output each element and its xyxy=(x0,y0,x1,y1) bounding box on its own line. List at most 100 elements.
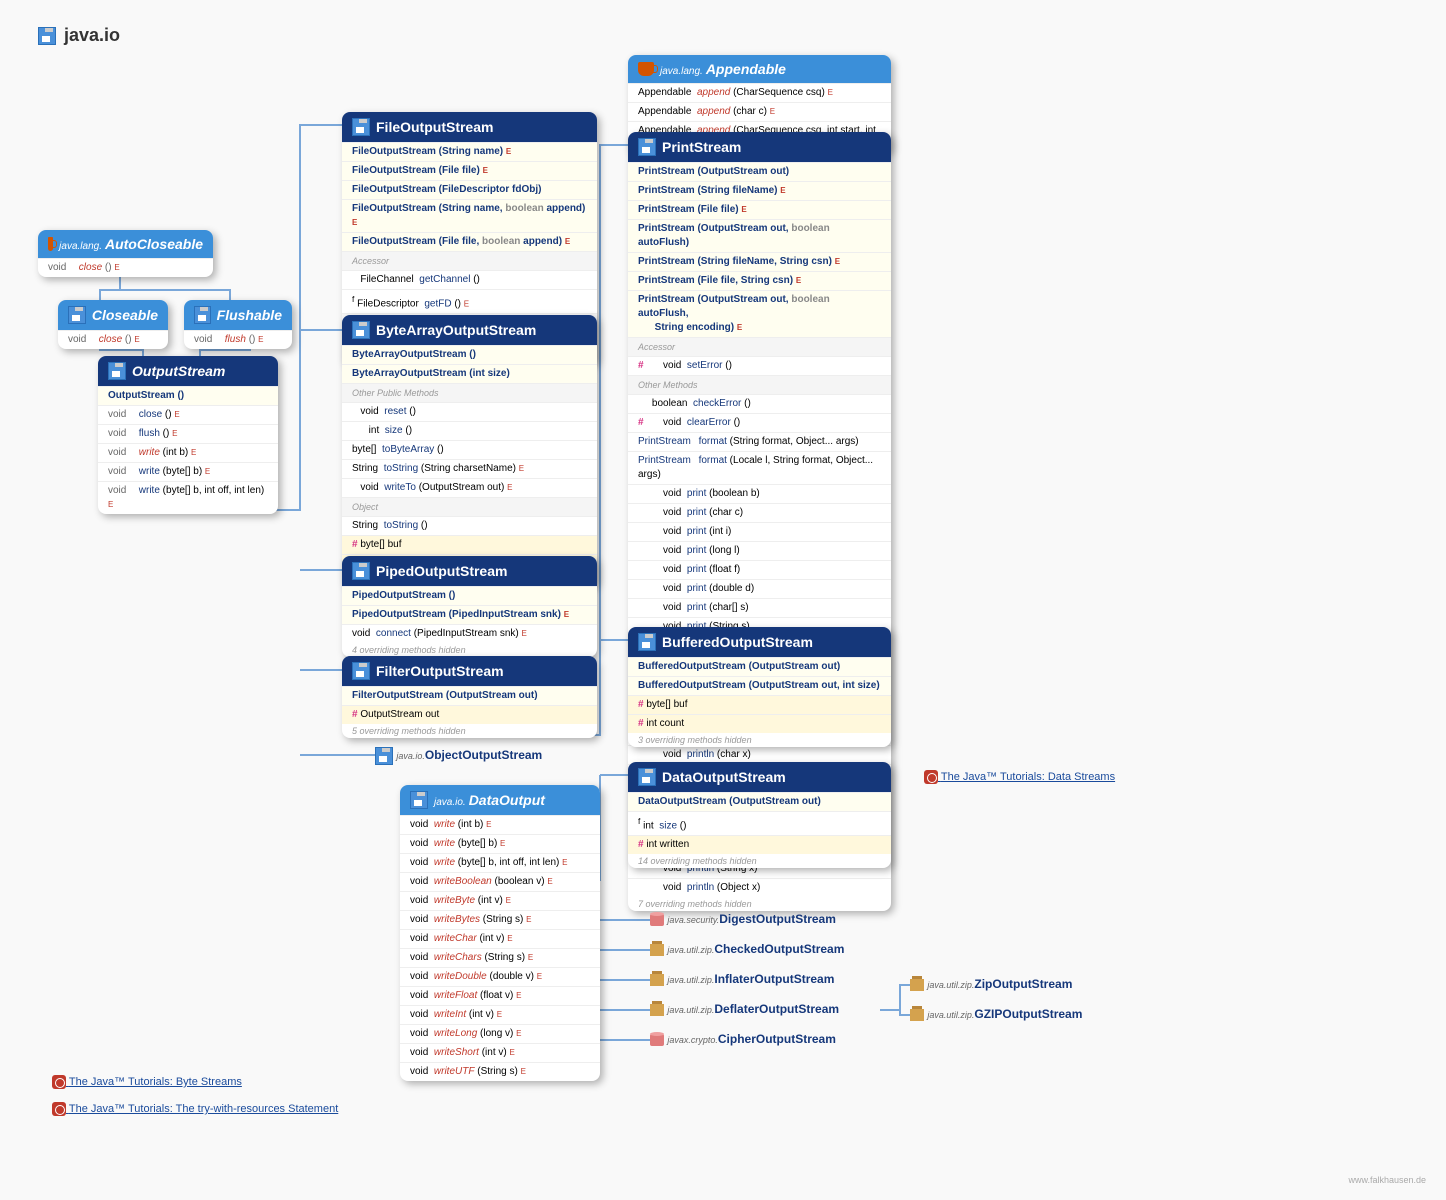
method-row: boolean checkError () xyxy=(628,394,891,413)
class-filteroutputstream: FilterOutputStream FilterOutputStream (O… xyxy=(342,656,597,738)
section-header: Other Methods xyxy=(628,375,891,394)
method-row: PrintStream format (Locale l, String for… xyxy=(628,451,891,484)
footer-note: 5 overriding methods hidden xyxy=(342,724,597,738)
footer-note: 7 overriding methods hidden xyxy=(628,897,891,911)
constructor-row: FileOutputStream (String name, boolean a… xyxy=(342,199,597,232)
method-row: Appendable append (char c) E xyxy=(628,102,891,121)
constructor-row: PrintStream (OutputStream out) xyxy=(628,162,891,181)
class-header: FileOutputStream xyxy=(342,112,597,142)
method-row: void print (double d) xyxy=(628,579,891,598)
method-row: void println (Object x) xyxy=(628,878,891,897)
method-row: void write (int b) E xyxy=(98,443,278,462)
ref-gzipoutputstream[interactable]: java.util.zip.GZIPOutputStream xyxy=(910,1007,1082,1021)
method-row: void reset () xyxy=(342,402,597,421)
method-row: void writeUTF (String s) E xyxy=(400,1062,600,1081)
constructor-row: PrintStream (String fileName, String csn… xyxy=(628,252,891,271)
class-pipedoutputstream: PipedOutputStream PipedOutputStream () P… xyxy=(342,556,597,657)
field-row: # int count xyxy=(628,714,891,733)
method-row: void write (byte[] b) E xyxy=(400,834,600,853)
method-row: void close () E xyxy=(98,405,278,424)
ref-inflateroutputstream[interactable]: java.util.zip.InflaterOutputStream xyxy=(650,972,834,986)
ref-checkedoutputstream[interactable]: java.util.zip.CheckedOutputStream xyxy=(650,942,844,956)
ref-deflateroutputstream[interactable]: java.util.zip.DeflaterOutputStream xyxy=(650,1002,839,1016)
method-row: int size () xyxy=(342,421,597,440)
package-title: java.io xyxy=(38,25,120,46)
method-row: void writeShort (int v) E xyxy=(400,1043,600,1062)
footer-note: 14 overriding methods hidden xyxy=(628,854,891,868)
ref-objectoutputstream[interactable]: java.io.ObjectOutputStream xyxy=(375,747,542,765)
constructor-row: FileOutputStream (FileDescriptor fdObj) xyxy=(342,180,597,199)
method-row: void print (char[] s) xyxy=(628,598,891,617)
class-bytearrayoutputstream: ByteArrayOutputStream ByteArrayOutputStr… xyxy=(342,315,597,587)
ref-digestoutputstream[interactable]: java.security.DigestOutputStream xyxy=(650,912,836,928)
method-row: void writeInt (int v) E xyxy=(400,1005,600,1024)
method-row: void print (long l) xyxy=(628,541,891,560)
field-row: # OutputStream out xyxy=(342,705,597,724)
method-row: void flush () E xyxy=(184,330,292,349)
method-row: void connect (PipedInputStream snk) E xyxy=(342,624,597,643)
method-row: # void clearError () xyxy=(628,413,891,432)
constructor-row: DataOutputStream (OutputStream out) xyxy=(628,792,891,811)
method-row: byte[] toByteArray () xyxy=(342,440,597,459)
class-header: Flushable xyxy=(184,300,292,330)
method-row: f FileDescriptor getFD () E xyxy=(342,289,597,313)
class-header: PrintStream xyxy=(628,132,891,162)
method-row: FileChannel getChannel () xyxy=(342,270,597,289)
method-row: void writeByte (int v) E xyxy=(400,891,600,910)
footer-credit: www.falkhausen.de xyxy=(1348,1175,1426,1185)
constructor-row: FileOutputStream (String name) E xyxy=(342,142,597,161)
class-header: BufferedOutputStream xyxy=(628,627,891,657)
method-row: void write (byte[] b, int off, int len) … xyxy=(98,481,278,514)
method-row: # void setError () xyxy=(628,356,891,375)
method-row: void writeBytes (String s) E xyxy=(400,910,600,929)
constructor-row: PipedOutputStream () xyxy=(342,586,597,605)
method-row: void flush () E xyxy=(98,424,278,443)
method-row: void write (byte[] b, int off, int len) … xyxy=(400,853,600,872)
method-row: void writeBoolean (boolean v) E xyxy=(400,872,600,891)
ref-zipoutputstream[interactable]: java.util.zip.ZipOutputStream xyxy=(910,977,1072,991)
method-row: f int size () xyxy=(628,811,891,835)
class-header: PipedOutputStream xyxy=(342,556,597,586)
field-row: # byte[] buf xyxy=(342,535,597,554)
constructor-row: PipedOutputStream (PipedInputStream snk)… xyxy=(342,605,597,624)
ref-cipheroutputstream[interactable]: javax.crypto.CipherOutputStream xyxy=(650,1032,836,1048)
class-header: OutputStream xyxy=(98,356,278,386)
method-row: Appendable append (CharSequence csq) E xyxy=(628,83,891,102)
class-header: FilterOutputStream xyxy=(342,656,597,686)
method-row: void writeChars (String s) E xyxy=(400,948,600,967)
link-bytestreams[interactable]: The Java™ Tutorials: Byte Streams xyxy=(52,1075,242,1089)
constructor-row: FileOutputStream (File file) E xyxy=(342,161,597,180)
method-row: String toString () xyxy=(342,516,597,535)
class-header: java.io.DataOutput xyxy=(400,785,600,815)
method-row: String toString (String charsetName) E xyxy=(342,459,597,478)
method-row: void close () E xyxy=(58,330,168,349)
constructor-row: PrintStream (String fileName) E xyxy=(628,181,891,200)
method-row: void print (char c) xyxy=(628,503,891,522)
method-row: void write (int b) E xyxy=(400,815,600,834)
constructor-row: FilterOutputStream (OutputStream out) xyxy=(342,686,597,705)
link-trywithresources[interactable]: The Java™ Tutorials: The try-with-resour… xyxy=(52,1102,338,1116)
method-row: void write (byte[] b) E xyxy=(98,462,278,481)
constructor-row: PrintStream (File file) E xyxy=(628,200,891,219)
field-row: # int written xyxy=(628,835,891,854)
section-header: Object xyxy=(342,497,597,516)
class-bufferedoutputstream: BufferedOutputStream BufferedOutputStrea… xyxy=(628,627,891,747)
class-header: DataOutputStream xyxy=(628,762,891,792)
class-header: Closeable xyxy=(58,300,168,330)
constructor-row: PrintStream (OutputStream out, boolean a… xyxy=(628,219,891,252)
constructor-row: ByteArrayOutputStream () xyxy=(342,345,597,364)
constructor-row: OutputStream () xyxy=(98,386,278,405)
method-row: void writeChar (int v) E xyxy=(400,929,600,948)
class-header: java.lang.Appendable xyxy=(628,55,891,83)
field-row: # byte[] buf xyxy=(628,695,891,714)
method-row: void writeTo (OutputStream out) E xyxy=(342,478,597,497)
method-row: void writeDouble (double v) E xyxy=(400,967,600,986)
section-header: Other Public Methods xyxy=(342,383,597,402)
method-row: void writeLong (long v) E xyxy=(400,1024,600,1043)
method-row: void print (int i) xyxy=(628,522,891,541)
link-datastreams[interactable]: The Java™ Tutorials: Data Streams xyxy=(924,770,1115,784)
section-header: Accessor xyxy=(342,251,597,270)
class-dataoutput: java.io.DataOutput void write (int b) E … xyxy=(400,785,600,1081)
constructor-row: BufferedOutputStream (OutputStream out) xyxy=(628,657,891,676)
method-row: void writeFloat (float v) E xyxy=(400,986,600,1005)
